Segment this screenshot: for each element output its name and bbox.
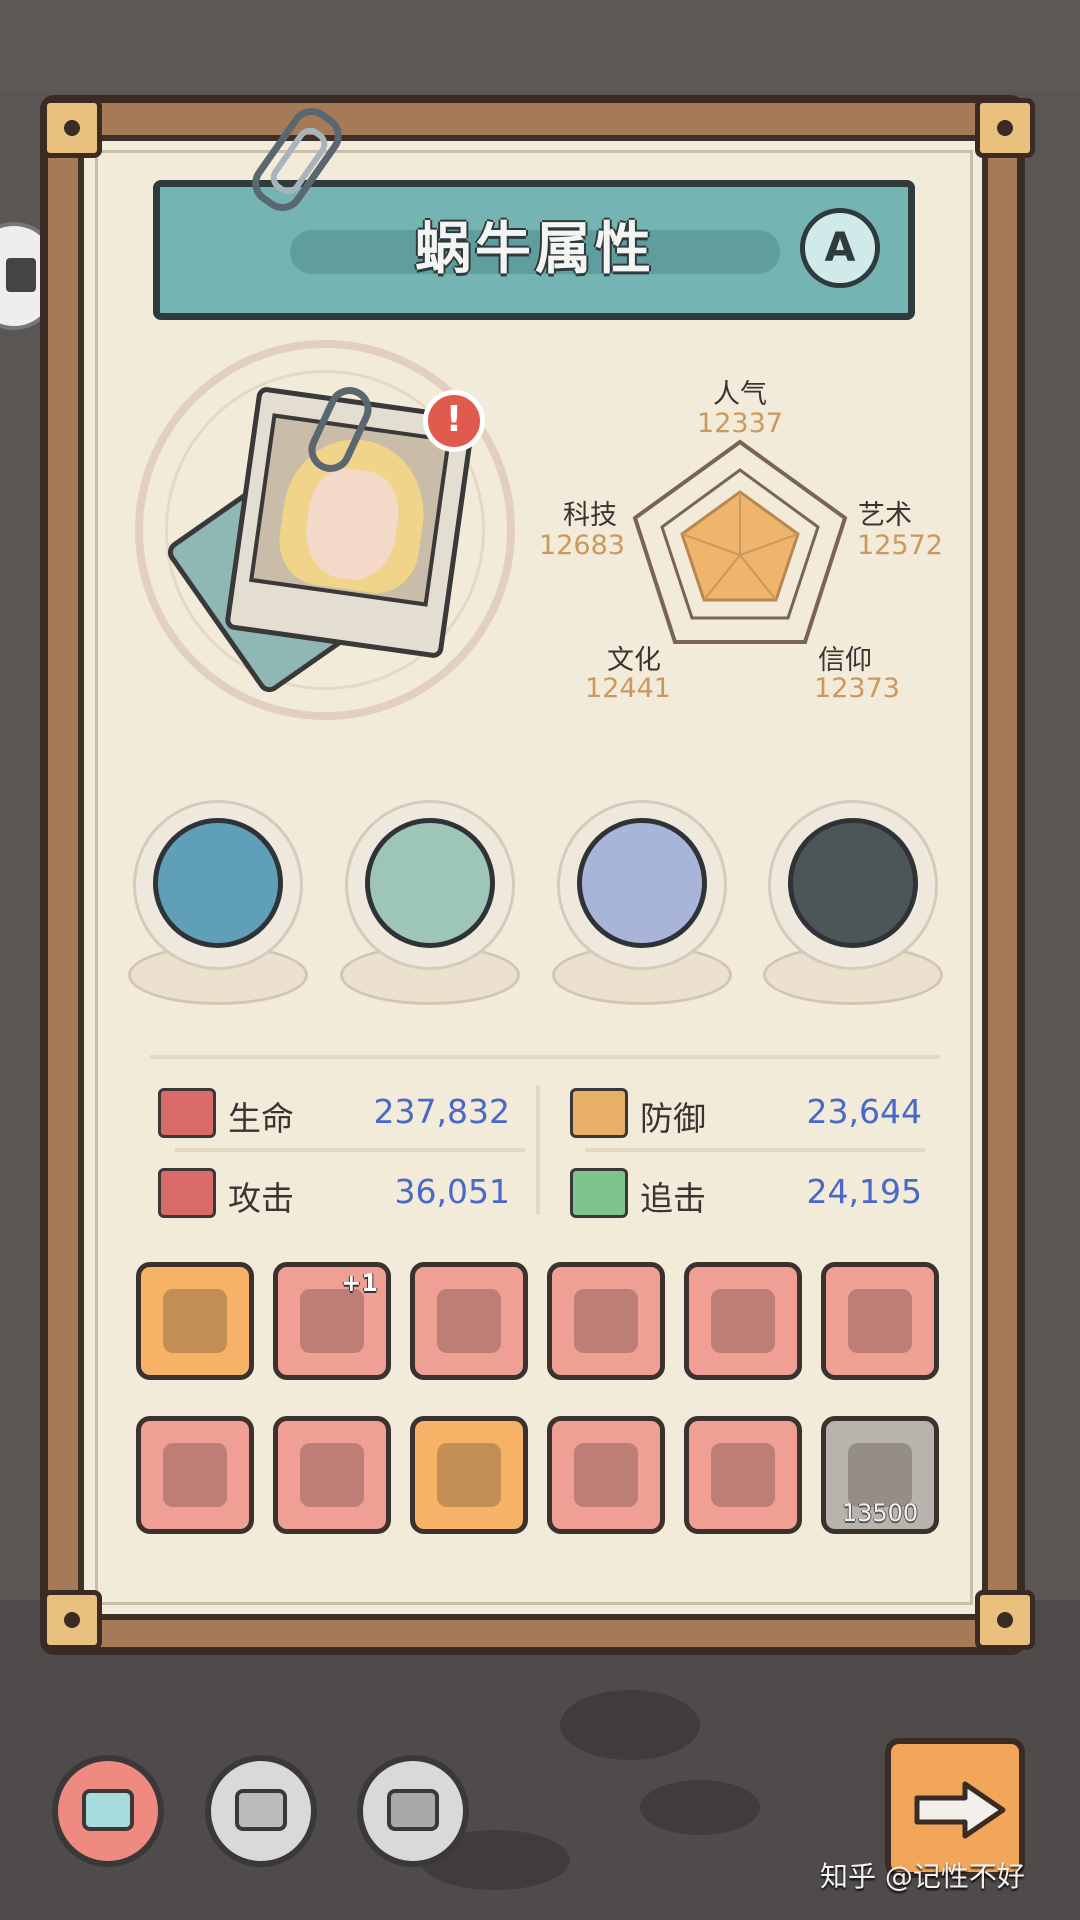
radar-label-popularity: 人气: [713, 379, 767, 410]
rose-icon: [848, 1443, 912, 1507]
crown-icon: [163, 1289, 227, 1353]
radar-value-art: 12572: [857, 530, 943, 561]
defense-value: 23,644: [806, 1092, 922, 1131]
alert-icon[interactable]: !: [423, 390, 485, 452]
equipment-slot[interactable]: [684, 1262, 802, 1380]
equipment-slot[interactable]: [136, 1416, 254, 1534]
stats-divider: [150, 1055, 940, 1059]
hp-label: 生命: [228, 1099, 294, 1138]
background-top: [0, 0, 1080, 90]
chase-label: 追击: [640, 1179, 706, 1218]
equipment-slot[interactable]: [684, 1416, 802, 1534]
defense-icon: [570, 1088, 628, 1138]
slingshot-icon: [437, 1289, 501, 1353]
armor-tab-icon: [235, 1789, 287, 1831]
unlock-cost: 13500: [841, 1499, 919, 1527]
mace-icon: [574, 1289, 638, 1353]
attribute-radar-chart: [632, 439, 848, 644]
radar-value-tech: 12683: [539, 530, 625, 561]
puzzle-icon: [6, 258, 36, 292]
chase-icon: [570, 1168, 628, 1218]
hp-icon: [158, 1088, 216, 1138]
equipment-slot[interactable]: [547, 1262, 665, 1380]
stats-divider: [175, 1148, 525, 1152]
corner-bracket: [975, 98, 1035, 158]
nav-snail-tab[interactable]: [52, 1755, 164, 1867]
equipment-slot[interactable]: [410, 1416, 528, 1534]
gun-icon: [711, 1289, 775, 1353]
equipment-slot[interactable]: [547, 1416, 665, 1534]
helmet-relic-icon: [365, 818, 495, 948]
compass-relic-icon: [577, 818, 707, 948]
monster-relic-icon: [153, 818, 283, 948]
radar-label-art: 艺术: [858, 500, 912, 531]
radar-label-faith: 信仰: [818, 645, 872, 676]
sword-icon: [848, 1289, 912, 1353]
blade-icon: [163, 1443, 227, 1507]
radar-value-popularity: 12337: [697, 408, 783, 439]
equipment-slot[interactable]: [821, 1262, 939, 1380]
portal-relic-icon: [788, 818, 918, 948]
radar-label-culture: 文化: [607, 645, 661, 676]
corner-bracket: [42, 98, 102, 158]
equipment-slot[interactable]: [273, 1416, 391, 1534]
defense-label: 防御: [640, 1099, 706, 1138]
attack-icon: [158, 1168, 216, 1218]
page-title: 蜗牛属性: [415, 217, 655, 282]
equipment-slot[interactable]: +1: [273, 1262, 391, 1380]
arrow-right-icon: [914, 1781, 1006, 1839]
attack-label: 攻击: [228, 1179, 294, 1218]
corner-bracket: [42, 1590, 102, 1650]
nav-armor-tab[interactable]: [205, 1755, 317, 1867]
attack-value: 36,051: [394, 1172, 510, 1211]
stepping-stone: [640, 1780, 760, 1835]
grade-badge[interactable]: A: [800, 208, 880, 288]
hp-value: 237,832: [373, 1092, 510, 1131]
watermark: 知乎 @记性不好: [820, 1860, 1025, 1893]
stepping-stone: [560, 1690, 700, 1760]
equipment-slot[interactable]: 13500: [821, 1416, 939, 1534]
cloak-icon: [574, 1443, 638, 1507]
equipment-slot[interactable]: [136, 1262, 254, 1380]
backpack-icon: [711, 1443, 775, 1507]
armor-icon: [300, 1443, 364, 1507]
nav-brain-tab[interactable]: [357, 1755, 469, 1867]
upgrade-badge: +1: [341, 1269, 378, 1297]
chase-value: 24,195: [806, 1172, 922, 1211]
brain-tab-icon: [387, 1789, 439, 1831]
snail-shell-icon: [82, 1789, 134, 1831]
radar-label-tech: 科技: [563, 500, 617, 531]
radar-value-faith: 12373: [814, 673, 900, 704]
corner-bracket: [975, 1590, 1035, 1650]
dagger-icon: [300, 1289, 364, 1353]
equipment-slot[interactable]: [410, 1262, 528, 1380]
radar-value-culture: 12441: [585, 673, 671, 704]
stats-divider: [536, 1085, 540, 1215]
goggles-icon: [437, 1443, 501, 1507]
stats-divider: [585, 1148, 925, 1152]
